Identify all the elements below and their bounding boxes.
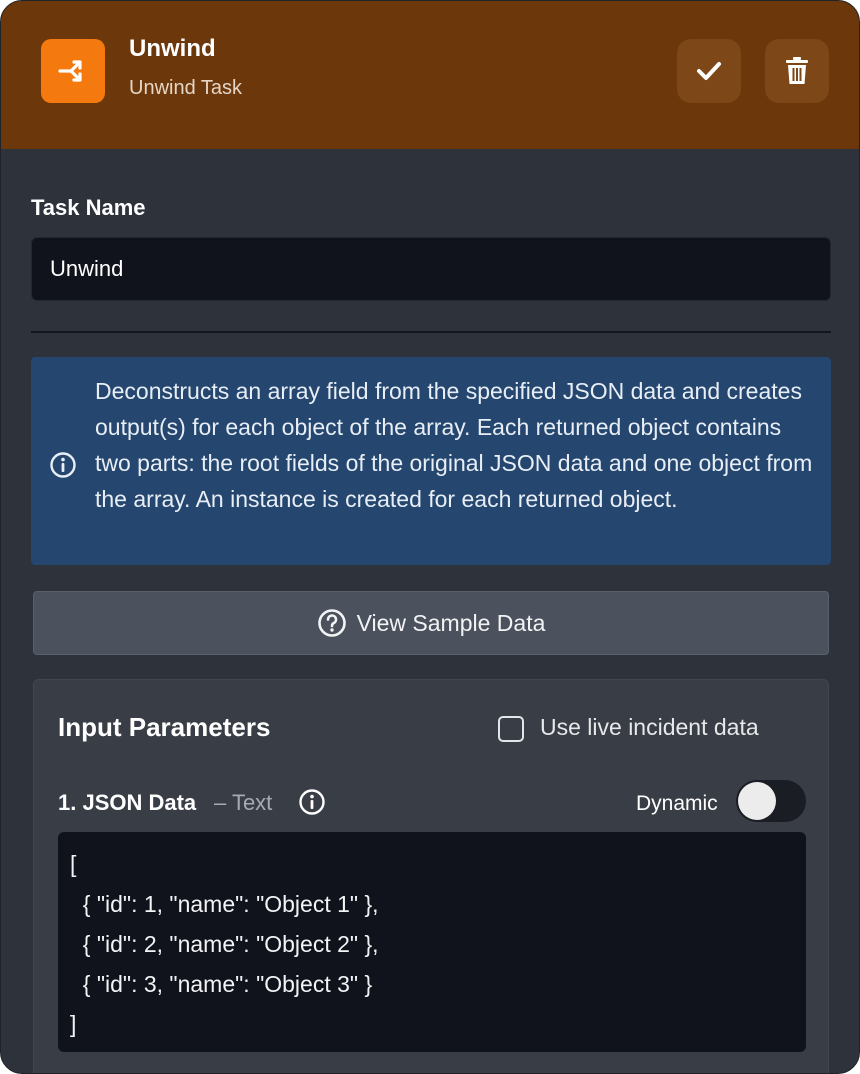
question-circle-icon bbox=[317, 609, 346, 637]
trash-icon bbox=[786, 57, 808, 84]
unwind-task-icon bbox=[41, 39, 105, 103]
check-icon bbox=[697, 62, 721, 80]
description-box: Deconstructs an array field from the spe… bbox=[31, 357, 831, 565]
confirm-button[interactable] bbox=[677, 39, 741, 103]
json-data-label: 1. JSON Data bbox=[58, 790, 197, 815]
input-parameters-title: Input Parameters bbox=[58, 712, 271, 742]
delete-button[interactable] bbox=[765, 39, 829, 103]
task-header: Unwind Unwind Task bbox=[1, 1, 859, 149]
json-data-editor[interactable]: [ { "id": 1, "name": "Object 1" }, { "id… bbox=[58, 832, 806, 1052]
task-title: Unwind bbox=[129, 35, 216, 62]
info-icon bbox=[50, 452, 76, 478]
dynamic-label: Dynamic bbox=[636, 792, 718, 815]
task-name-label: Task Name bbox=[31, 195, 146, 220]
dynamic-toggle[interactable] bbox=[736, 780, 806, 822]
live-incident-data-label[interactable]: Use live incident data bbox=[540, 714, 759, 741]
json-data-type: – Text bbox=[214, 790, 273, 815]
view-sample-data-button[interactable]: View Sample Data bbox=[33, 591, 829, 655]
description-text: Deconstructs an array field from the spe… bbox=[95, 378, 813, 512]
input-parameters-section: Input Parameters Use live incident data … bbox=[33, 679, 829, 1073]
dynamic-toggle-knob bbox=[738, 782, 776, 820]
live-incident-data-checkbox[interactable] bbox=[498, 716, 524, 742]
task-subtitle: Unwind Task bbox=[129, 77, 243, 99]
task-panel: Unwind Unwind Task Task Name Dec bbox=[0, 0, 860, 1074]
section-divider bbox=[31, 331, 831, 333]
view-sample-data-label: View Sample Data bbox=[356, 609, 546, 636]
field-info-icon[interactable] bbox=[298, 788, 326, 816]
task-name-input[interactable] bbox=[31, 237, 831, 301]
